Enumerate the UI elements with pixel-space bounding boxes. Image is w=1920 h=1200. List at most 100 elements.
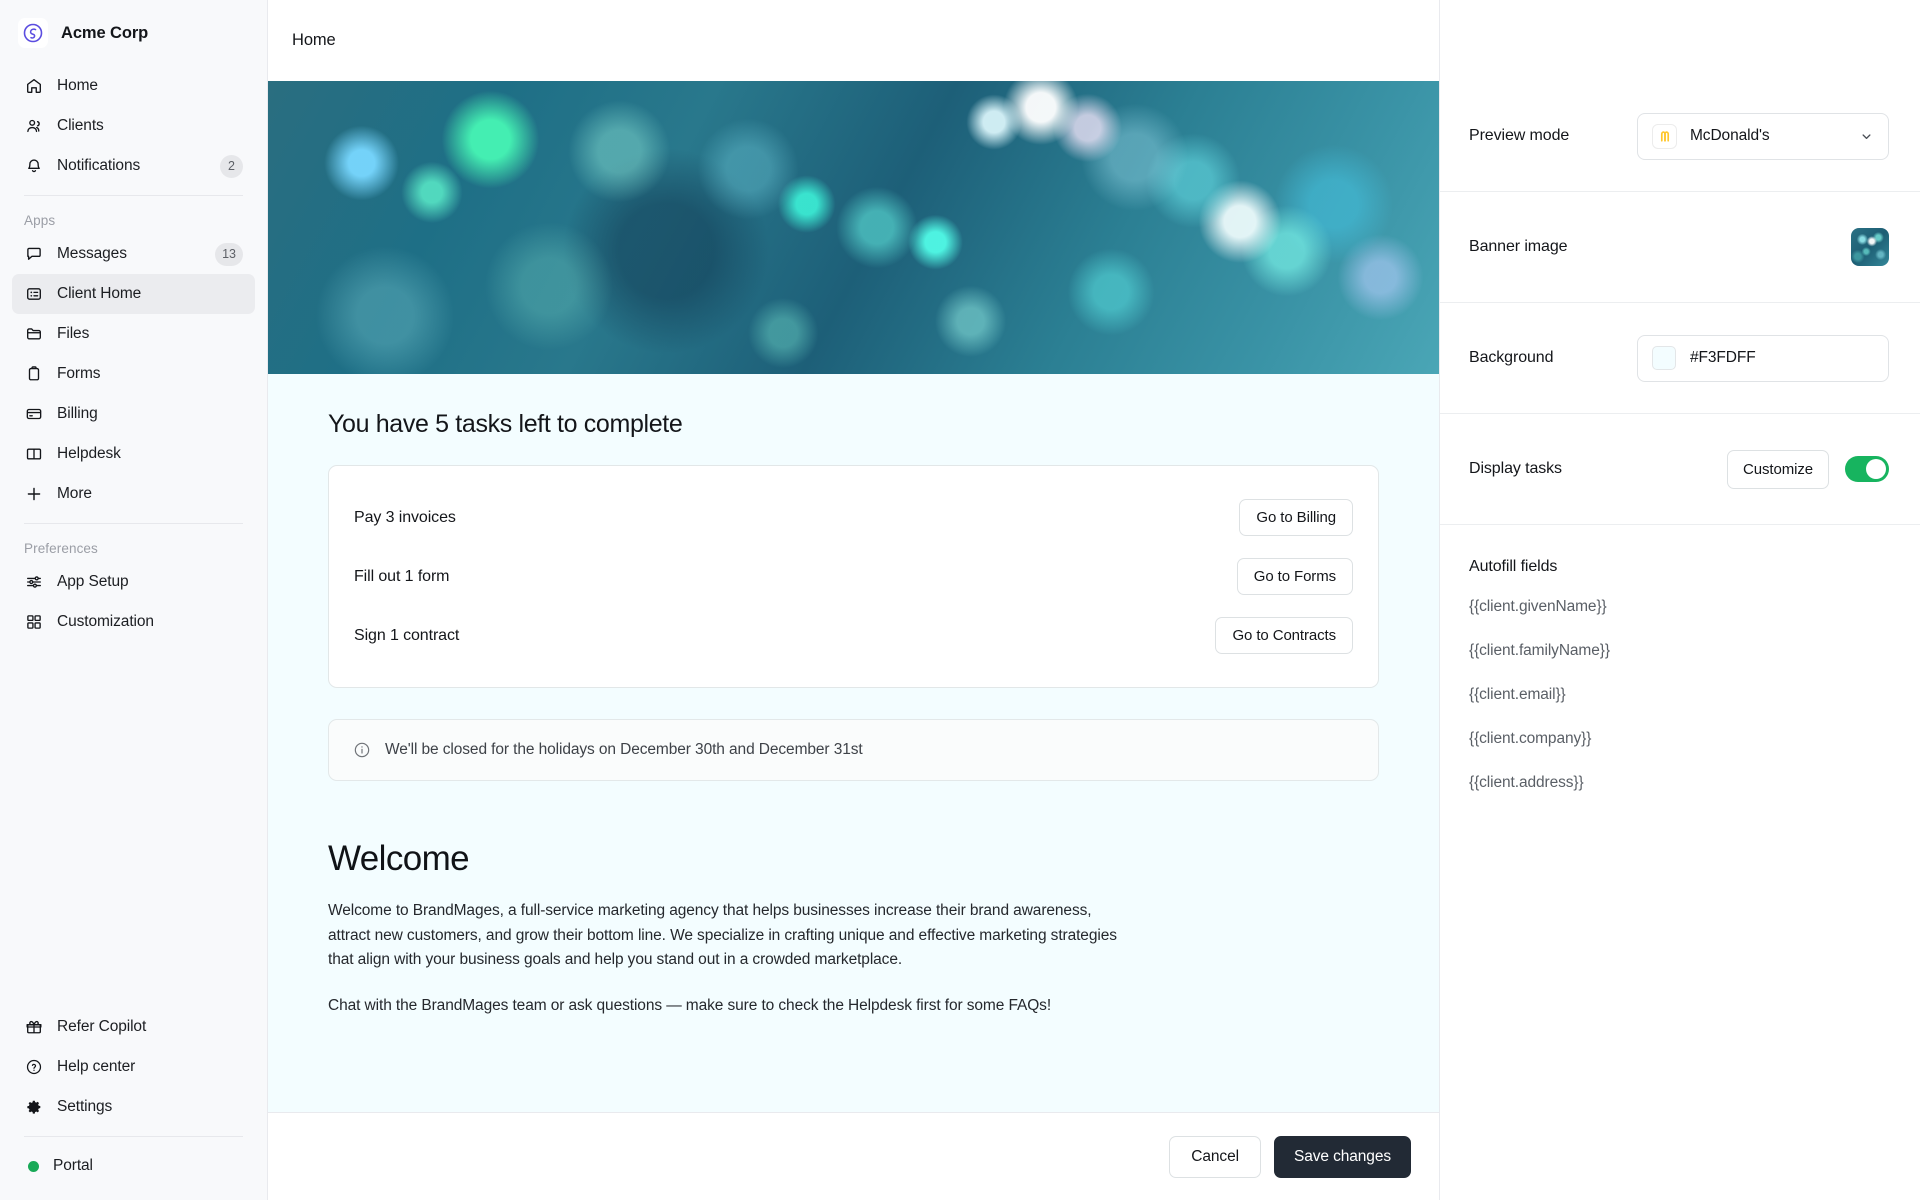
sidebar-item-label: Notifications (57, 157, 141, 174)
topbar: Home (268, 0, 1439, 81)
sidebar-item-label: Home (57, 77, 98, 94)
welcome-paragraph-1: Welcome to BrandMages, a full-service ma… (328, 902, 1117, 968)
notifications-badge: 2 (220, 154, 243, 178)
sidebar-item-helpdesk[interactable]: Helpdesk (12, 434, 255, 474)
go-to-contracts-button[interactable]: Go to Contracts (1215, 617, 1353, 654)
go-to-forms-button[interactable]: Go to Forms (1236, 558, 1353, 595)
credit-card-icon (24, 405, 43, 424)
preview-mode-row: Preview mode McDonald's (1440, 81, 1920, 192)
task-row: Pay 3 invoices Go to Billing (354, 488, 1353, 547)
sidebar-item-app-setup[interactable]: App Setup (12, 562, 255, 602)
sidebar-item-help-center[interactable]: Help center (12, 1047, 255, 1087)
sidebar-item-billing[interactable]: Billing (12, 394, 255, 434)
page-title: Home (292, 31, 336, 49)
notice-text: We'll be closed for the holidays on Dece… (385, 741, 863, 758)
folder-icon (24, 325, 43, 344)
banner-thumbnail-icon[interactable] (1851, 228, 1889, 266)
sidebar-item-customization[interactable]: Customization (12, 602, 255, 642)
app-root: Acme Corp Home Clients Notifications 2 A… (0, 0, 1920, 1200)
chat-bubble-icon (24, 245, 43, 264)
banner-image-row: Banner image (1440, 192, 1920, 303)
acme-circle-logo-icon (18, 18, 48, 48)
task-label: Sign 1 contract (354, 626, 460, 644)
sidebar-item-clients[interactable]: Clients (12, 106, 255, 146)
task-label: Fill out 1 form (354, 567, 450, 585)
sidebar-item-label: App Setup (57, 573, 129, 590)
sidebar-item-portal[interactable]: Portal (12, 1146, 255, 1186)
sidebar-primary-nav: Home Clients Notifications 2 (0, 66, 267, 186)
background-color-input[interactable]: #F3FDFF (1637, 334, 1889, 382)
banner-image-label: Banner image (1469, 238, 1568, 255)
portal-label: Portal (53, 1157, 93, 1174)
sidebar-item-label: Refer Copilot (57, 1018, 147, 1035)
sidebar-item-client-home[interactable]: Client Home (12, 274, 255, 314)
sidebar-item-refer-copilot[interactable]: Refer Copilot (12, 1007, 255, 1047)
bell-icon (24, 157, 43, 176)
sidebar-item-settings[interactable]: Settings (12, 1087, 255, 1127)
toggle-knob (1866, 459, 1886, 479)
welcome-paragraph-2: Chat with the BrandMages team or ask que… (328, 996, 1052, 1014)
green-status-dot-icon (28, 1160, 39, 1172)
sidebar: Acme Corp Home Clients Notifications 2 A… (0, 0, 268, 1200)
sidebar-item-home[interactable]: Home (12, 66, 255, 106)
preview-mode-label: Preview mode (1469, 127, 1570, 144)
settings-panel: Preview mode McDonald's Banner image Bac… (1440, 0, 1920, 1200)
preview-mode-value: McDonald's (1690, 127, 1770, 144)
autofill-field-item[interactable]: {{client.familyName}} (1469, 642, 1891, 660)
task-label: Pay 3 invoices (354, 508, 456, 526)
sidebar-item-label: Client Home (57, 285, 142, 302)
plus-icon (24, 485, 43, 504)
background-row: Background #F3FDFF (1440, 303, 1920, 414)
mcdonalds-golden-arches-icon (1652, 123, 1677, 149)
sidebar-item-forms[interactable]: Forms (12, 354, 255, 394)
sidebar-item-label: Settings (57, 1098, 113, 1115)
cancel-button[interactable]: Cancel (1169, 1135, 1261, 1178)
sidebar-item-messages[interactable]: Messages 13 (12, 234, 255, 274)
sidebar-item-label: Files (57, 325, 90, 342)
autofill-fields-title: Autofill fields (1469, 558, 1558, 575)
sidebar-group-preferences-label: Preferences (24, 541, 98, 556)
sidebar-item-label: Helpdesk (57, 445, 121, 462)
book-open-icon (24, 445, 43, 464)
autofill-field-item[interactable]: {{client.givenName}} (1469, 598, 1891, 616)
banner-image[interactable] (268, 81, 1439, 374)
brand-header[interactable]: Acme Corp (0, 0, 267, 66)
background-color-value: #F3FDFF (1690, 349, 1756, 366)
autofill-field-item[interactable]: {{client.email}} (1469, 686, 1891, 704)
chevron-down-icon (1859, 129, 1874, 144)
display-tasks-toggle[interactable] (1845, 456, 1889, 482)
autofill-field-item[interactable]: {{client.address}} (1469, 774, 1891, 792)
preview-body: You have 5 tasks left to complete Pay 3 … (268, 374, 1439, 1018)
save-changes-button[interactable]: Save changes (1273, 1135, 1411, 1178)
preview-mode-select[interactable]: McDonald's (1637, 112, 1889, 160)
sidebar-item-label: Forms (57, 365, 101, 382)
holiday-notice-banner: We'll be closed for the holidays on Dece… (328, 719, 1379, 781)
task-row: Fill out 1 form Go to Forms (354, 547, 1353, 606)
go-to-billing-button[interactable]: Go to Billing (1239, 499, 1353, 536)
sidebar-item-notifications[interactable]: Notifications 2 (12, 146, 255, 186)
client-home-icon (24, 285, 43, 304)
display-tasks-label: Display tasks (1469, 460, 1562, 477)
sidebar-item-label: Help center (57, 1058, 136, 1075)
info-circle-icon (353, 741, 371, 759)
sidebar-item-label: Customization (57, 613, 154, 630)
sidebar-apps-nav: Messages 13 Client Home Files Forms Bill… (0, 234, 267, 514)
users-icon (24, 117, 43, 136)
sidebar-item-more[interactable]: More (12, 474, 255, 514)
tasks-heading: You have 5 tasks left to complete (328, 410, 683, 438)
action-bar: Cancel Save changes (268, 1112, 1439, 1200)
sidebar-divider-3 (24, 1136, 243, 1137)
sidebar-item-files[interactable]: Files (12, 314, 255, 354)
sidebar-preferences-nav: App Setup Customization (0, 562, 267, 642)
display-tasks-row: Display tasks Customize (1440, 414, 1920, 525)
sidebar-divider-2 (24, 523, 243, 524)
display-tasks-controls: Customize (1727, 449, 1889, 489)
clipboard-icon (24, 365, 43, 384)
messages-badge: 13 (215, 242, 243, 266)
gift-icon (24, 1018, 43, 1037)
home-icon (24, 77, 43, 96)
customize-button[interactable]: Customize (1727, 449, 1829, 489)
autofill-field-item[interactable]: {{client.company}} (1469, 730, 1891, 748)
sidebar-item-label: Billing (57, 405, 98, 422)
sidebar-group-apps-label: Apps (24, 213, 56, 228)
